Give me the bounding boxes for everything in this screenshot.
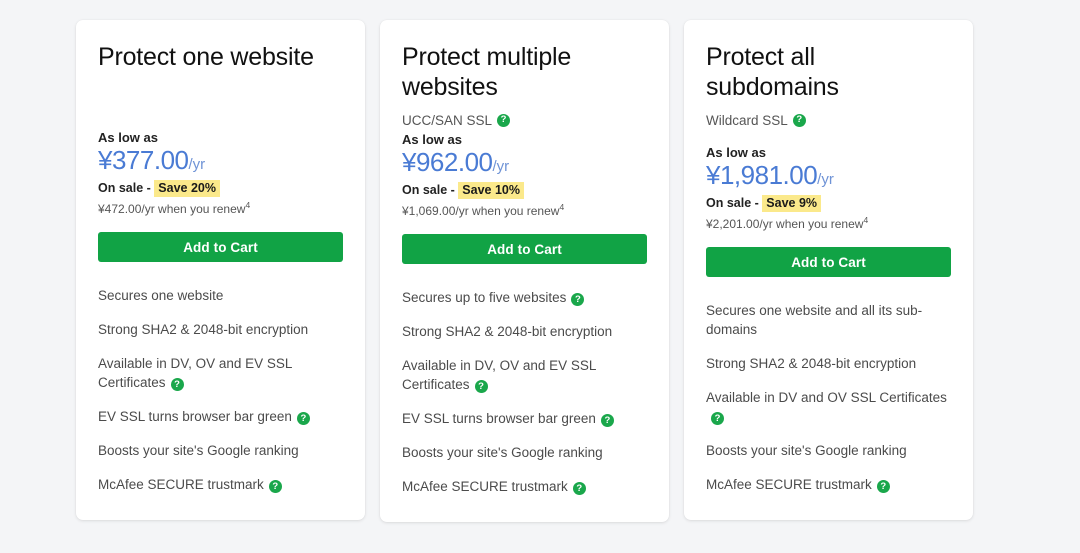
on-sale-line: On sale - Save 10% — [402, 182, 647, 199]
renewal-price-text: ¥1,069.00/yr when you renew — [402, 204, 560, 218]
renewal-price-note: ¥472.00/yr when you renew4 — [98, 200, 343, 216]
as-low-as-label: As low as — [402, 132, 462, 147]
on-sale-prefix: On sale - — [98, 181, 155, 195]
features-list: Secures up to five websites? Strong SHA2 … — [402, 288, 647, 496]
footnote-marker: 4 — [245, 200, 251, 210]
price-amount: ¥1,981.00 — [706, 160, 818, 190]
help-icon-feature[interactable]: ? — [600, 414, 614, 428]
feature-item: Secures one website and all its sub-doma… — [706, 301, 951, 339]
pricing-plans-section: Protect one website As low as ¥377.00/yr On… — [0, 0, 1080, 553]
plan-subtitle: Wildcard SSL? — [706, 110, 951, 130]
plan-title: Protect multiple websites — [402, 43, 572, 101]
feature-label: Available in DV, OV and EV SSL Certifica… — [402, 358, 596, 392]
plan-subtitle-label: Wildcard SSL — [706, 112, 788, 128]
footnote-marker: 4 — [559, 202, 565, 212]
feature-label: Strong SHA2 & 2048-bit encryption — [706, 356, 917, 371]
feature-item: EV SSL turns browser bar green? — [98, 407, 343, 426]
feature-label: Secures one website — [98, 288, 224, 303]
help-icon-feature[interactable]: ? — [170, 378, 184, 392]
save-badge: Save 9% — [762, 195, 822, 212]
footnote-marker: 4 — [863, 215, 869, 225]
plan-subtitle: UCC/SAN SSL? — [402, 110, 647, 130]
renewal-price-note: ¥2,201.00/yr when you renew4 — [706, 215, 951, 231]
plan-subtitle — [98, 80, 343, 100]
feature-label: EV SSL turns browser bar green — [98, 409, 292, 424]
plan-card: Protect multiple websites UCC/SAN SSL? As … — [380, 20, 669, 522]
feature-item: Boosts your site's Google ranking — [402, 443, 647, 462]
feature-label: Strong SHA2 & 2048-bit encryption — [98, 322, 309, 337]
feature-item: Secures one website — [98, 286, 343, 305]
price-line: ¥377.00/yr — [98, 146, 343, 179]
feature-item: Available in DV, OV and EV SSL Certifica… — [98, 354, 343, 392]
add-to-cart-button[interactable]: Add to Cart — [402, 234, 647, 264]
feature-item: Available in DV and OV SSL Certificates? — [706, 388, 951, 426]
on-sale-prefix: On sale - — [706, 196, 763, 210]
feature-item: Strong SHA2 & 2048-bit encryption — [706, 354, 951, 373]
feature-item: McAfee SECURE trustmark? — [98, 475, 343, 494]
feature-item: Secures up to five websites? — [402, 288, 647, 307]
feature-label: Secures up to five websites — [402, 290, 567, 305]
add-to-cart-button[interactable]: Add to Cart — [98, 232, 343, 262]
feature-label: Boosts your site's Google ranking — [706, 443, 907, 458]
on-sale-prefix: On sale - — [402, 183, 459, 197]
feature-label: EV SSL turns browser bar green — [402, 411, 596, 426]
feature-label: Boosts your site's Google ranking — [98, 443, 299, 458]
feature-label: Boosts your site's Google ranking — [402, 445, 603, 460]
plan-title: Protect one website — [98, 43, 314, 71]
features-list: Secures one website Strong SHA2 & 2048-bi… — [98, 286, 343, 494]
on-sale-line: On sale - Save 20% — [98, 180, 343, 197]
renewal-price-note: ¥1,069.00/yr when you renew4 — [402, 202, 647, 218]
as-low-as-label: As low as — [98, 130, 158, 145]
price-period: /yr — [188, 156, 206, 173]
feature-label: Strong SHA2 & 2048-bit encryption — [402, 324, 613, 339]
price-block: As low as ¥377.00/yr On sale - Save 20% ¥47… — [98, 130, 343, 262]
price-block: As low as ¥1,981.00/yr On sale - Save 9% ¥2… — [706, 145, 951, 277]
price-amount: ¥962.00 — [402, 147, 493, 177]
plan-subtitle-label: UCC/SAN SSL — [402, 112, 493, 128]
price-amount: ¥377.00 — [98, 145, 189, 175]
plan-card: Protect one website As low as ¥377.00/yr On… — [76, 20, 365, 520]
renewal-price-text: ¥472.00/yr when you renew — [98, 202, 246, 216]
feature-item: McAfee SECURE trustmark? — [402, 477, 647, 496]
feature-label: Available in DV and OV SSL Certificates — [706, 390, 947, 405]
feature-item: Boosts your site's Google ranking — [706, 441, 951, 460]
help-icon-feature[interactable]: ? — [296, 412, 310, 426]
save-badge: Save 10% — [458, 182, 524, 199]
feature-label: Secures one website and all its sub-doma… — [706, 303, 923, 337]
add-to-cart-button[interactable]: Add to Cart — [706, 247, 951, 277]
as-low-as-label: As low as — [706, 145, 766, 160]
plan-title: Protect all subdomains — [706, 43, 839, 101]
on-sale-line: On sale - Save 9% — [706, 195, 951, 212]
feature-item: Available in DV, OV and EV SSL Certifica… — [402, 356, 647, 394]
price-block: As low as ¥962.00/yr On sale - Save 10% ¥1,… — [402, 132, 647, 264]
feature-item: Boosts your site's Google ranking — [98, 441, 343, 460]
help-icon-feature[interactable]: ? — [711, 412, 724, 426]
feature-item: Strong SHA2 & 2048-bit encryption — [402, 322, 647, 341]
price-period: /yr — [492, 158, 510, 175]
help-icon-feature[interactable]: ? — [876, 480, 890, 494]
renewal-price-text: ¥2,201.00/yr when you renew — [706, 217, 864, 231]
help-icon-feature[interactable]: ? — [268, 480, 282, 494]
help-icon-subtitle[interactable]: ? — [792, 113, 806, 127]
price-line: ¥1,981.00/yr — [706, 161, 951, 194]
help-icon-feature[interactable]: ? — [571, 293, 585, 307]
features-list: Secures one website and all its sub-doma… — [706, 301, 951, 494]
price-period: /yr — [817, 171, 834, 188]
feature-label: Available in DV, OV and EV SSL Certifica… — [98, 356, 292, 390]
plan-card: Protect all subdomains Wildcard SSL? As lo… — [684, 20, 973, 520]
feature-label: McAfee SECURE trustmark — [98, 477, 264, 492]
help-icon-subtitle[interactable]: ? — [497, 113, 511, 127]
feature-item: EV SSL turns browser bar green? — [402, 409, 647, 428]
help-icon-feature[interactable]: ? — [474, 380, 488, 394]
feature-label: McAfee SECURE trustmark — [402, 479, 568, 494]
feature-item: Strong SHA2 & 2048-bit encryption — [98, 320, 343, 339]
feature-item: McAfee SECURE trustmark? — [706, 475, 951, 494]
price-line: ¥962.00/yr — [402, 148, 647, 181]
help-icon-feature[interactable]: ? — [572, 482, 586, 496]
save-badge: Save 20% — [154, 180, 220, 197]
feature-label: McAfee SECURE trustmark — [706, 477, 872, 492]
